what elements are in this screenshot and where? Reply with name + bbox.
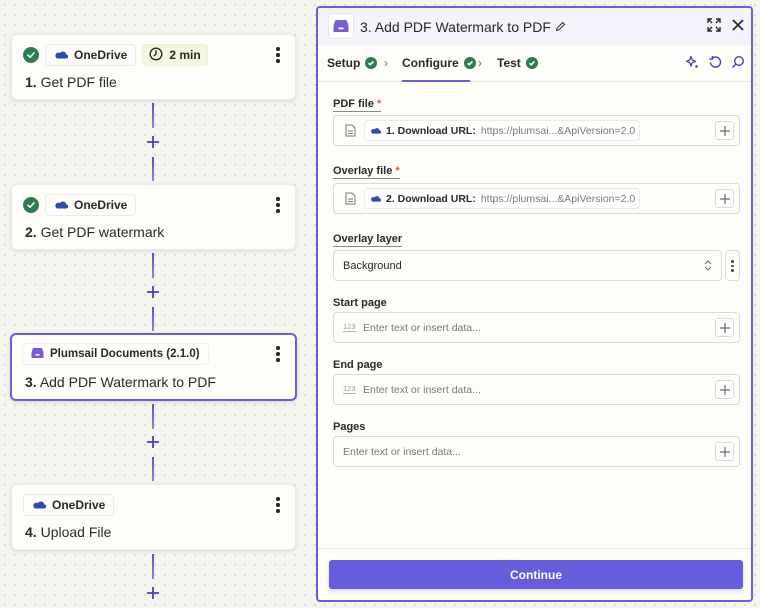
plus-icon [719,446,730,457]
chevron-right-icon: › [384,56,388,70]
plus-icon [147,286,159,298]
plumsail-icon [31,347,44,362]
insert-data-button[interactable] [715,442,734,461]
check-icon [365,57,378,69]
file-icon [345,192,356,210]
start-page-label: Start page [333,297,387,309]
step-title: 1. Get PDF file [25,74,117,90]
connector-line [152,253,154,278]
overlay-layer-label: Overlay layer [333,233,403,247]
connector-line [152,157,154,181]
footer-divider [318,548,751,549]
check-icon [23,197,39,213]
add-step-button[interactable] [145,585,161,601]
plus-icon [719,125,730,136]
connector-line [152,457,154,481]
search-icon[interactable] [731,55,745,74]
step-title: 4. Upload File [25,524,112,540]
end-page-input[interactable]: 123 Enter text or insert data... [333,374,740,405]
more-options-icon [726,257,739,275]
start-page-input[interactable]: 123 Enter text or insert data... [333,312,740,343]
check-icon [23,47,39,63]
number-type-icon: 123 [343,384,356,394]
select-arrows-icon [704,259,712,277]
plus-icon [719,322,730,333]
insert-data-button[interactable] [715,121,734,140]
more-options-icon[interactable] [271,496,285,514]
more-options-icon[interactable] [271,46,285,64]
field-options-button[interactable] [725,250,740,281]
step-title: 2. Get PDF watermark [25,224,165,240]
insert-data-button[interactable] [715,318,734,337]
expand-icon[interactable] [707,18,721,37]
connector-line [152,404,154,429]
step-config-panel: 3. Add PDF Watermark to PDF Setup › Conf… [316,6,753,602]
app-chip: Plumsail Documents (2.1.0) [22,343,209,365]
panel-title[interactable]: 3. Add PDF Watermark to PDF [360,19,566,35]
plus-icon [147,136,159,148]
pdf-file-label: PDF file * [333,98,382,112]
plumsail-app-icon [328,13,354,39]
data-token[interactable]: 2. Download URL: https://plumsai...&ApiV… [364,188,641,209]
pages-input[interactable]: Enter text or insert data... [333,436,740,467]
undo-icon[interactable] [708,55,722,74]
plus-icon [147,587,159,599]
connector-line [152,307,154,331]
step-card-4[interactable]: OneDrive 4. Upload File [11,484,296,550]
end-page-label: End page [333,359,383,371]
step-card-1[interactable]: OneDrive 2 min 1. Get PDF file [11,34,296,100]
tab-test[interactable]: Test [497,56,538,70]
file-icon [345,124,356,142]
panel-header: 3. Add PDF Watermark to PDF [318,8,751,45]
tab-setup[interactable]: Setup [327,56,378,70]
pages-label: Pages [333,421,366,433]
more-options-icon[interactable] [271,196,285,214]
insert-data-button[interactable] [715,380,734,399]
more-options-icon[interactable] [271,345,285,363]
onedrive-icon [32,498,47,512]
close-icon[interactable] [731,18,745,37]
check-icon [525,57,538,69]
connector-line [152,103,154,128]
onedrive-icon [54,198,69,212]
chevron-right-icon: › [478,56,482,70]
overlay-file-field[interactable]: 2. Download URL: https://plumsai...&ApiV… [333,183,740,214]
connector-line [152,554,154,579]
duration-chip: 2 min [142,44,208,66]
overlay-layer-select[interactable]: Background [333,250,722,281]
pdf-file-field[interactable]: 1. Download URL: https://plumsai...&ApiV… [333,115,740,146]
active-tab-indicator [402,80,470,82]
app-chip: OneDrive [45,44,137,66]
step-card-2[interactable]: OneDrive 2. Get PDF watermark [11,184,296,250]
app-chip: OneDrive [23,494,115,516]
step-title: 3. Add PDF Watermark to PDF [25,374,216,390]
tab-configure[interactable]: Configure [402,56,476,70]
continue-button[interactable]: Continue [329,560,743,589]
insert-data-button[interactable] [715,189,734,208]
overlay-file-label: Overlay file * [333,165,400,179]
plus-icon [719,384,730,395]
ai-sparkle-icon[interactable] [685,55,699,74]
pencil-icon[interactable] [555,19,566,35]
number-type-icon: 123 [343,322,356,332]
plus-icon [147,436,159,448]
onedrive-icon [370,193,382,205]
clock-icon [149,46,163,64]
step-tabs: Setup › Configure › Test [318,45,751,82]
check-icon [463,57,476,69]
plus-icon [719,193,730,204]
onedrive-icon [54,48,69,62]
data-token[interactable]: 1. Download URL: https://plumsai...&ApiV… [364,120,641,141]
add-step-button[interactable] [145,134,161,150]
add-step-button[interactable] [145,434,161,450]
step-card-3[interactable]: Plumsail Documents (2.1.0) 3. Add PDF Wa… [10,333,297,401]
onedrive-icon [370,125,382,137]
app-chip: OneDrive [45,194,137,216]
add-step-button[interactable] [145,284,161,300]
